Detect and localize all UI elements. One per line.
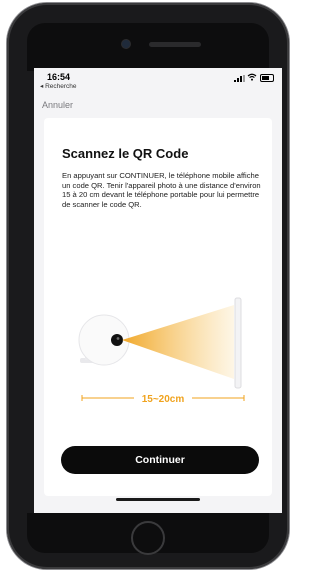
- camera-device-icon: [78, 314, 130, 366]
- status-bar: 16:54 ◂ Recherche: [34, 68, 282, 96]
- smartphone-icon: [234, 297, 242, 389]
- status-time: 16:54: [47, 72, 71, 82]
- distance-label: 15~20cm: [142, 394, 185, 403]
- signal-icon: [234, 74, 245, 82]
- page-title: Scannez le QR Code: [62, 146, 189, 161]
- instruction-text: En appuyant sur CONTINUER, le téléphone …: [62, 171, 261, 209]
- wifi-icon: [247, 73, 257, 83]
- back-to-app-link[interactable]: ◂ Recherche: [40, 82, 77, 90]
- status-icons: [234, 73, 274, 83]
- battery-icon: [260, 74, 274, 82]
- phone-bottom-bezel: [27, 513, 269, 555]
- continue-button[interactable]: Continuer: [61, 446, 259, 474]
- scan-illustration: 15~20cm: [44, 293, 272, 405]
- phone-screen: 16:54 ◂ Recherche Annuler Scannez le QR …: [34, 68, 282, 513]
- phone-frame: 16:54 ◂ Recherche Annuler Scannez le QR …: [7, 3, 289, 569]
- cancel-button[interactable]: Annuler: [42, 100, 73, 110]
- phone-top-bezel: [27, 23, 269, 71]
- earpiece-speaker: [149, 42, 201, 47]
- distance-indicator: 15~20cm: [81, 394, 245, 405]
- front-camera: [122, 40, 130, 48]
- qr-instructions-card: Scannez le QR Code En appuyant sur CONTI…: [44, 118, 272, 496]
- home-button[interactable]: [131, 521, 165, 555]
- home-indicator: [116, 498, 200, 501]
- scan-beam: [122, 305, 234, 379]
